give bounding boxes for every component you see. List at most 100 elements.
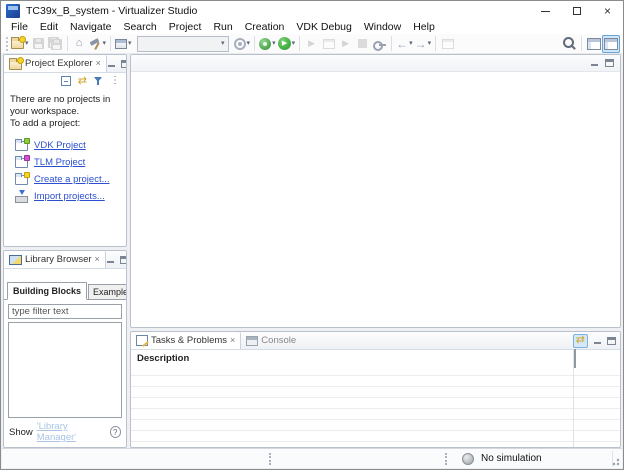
minimize-view-icon[interactable] (590, 59, 599, 67)
maximize-view-icon[interactable] (121, 60, 127, 68)
search-icon (563, 37, 576, 50)
help-icon[interactable]: ? (110, 426, 121, 438)
right-column: Tasks & Problems × Console ⇄ (130, 54, 621, 448)
menu-help[interactable]: Help (407, 21, 441, 34)
save-all-button[interactable] (47, 35, 64, 53)
link-with-editor-toggle[interactable]: ⇄ (573, 334, 588, 348)
menu-run[interactable]: Run (207, 21, 238, 34)
home-icon: ⌂ (76, 38, 83, 49)
filter-input[interactable] (8, 304, 122, 319)
library-manager-link[interactable]: 'Library Manager' (37, 421, 106, 443)
tab-project-explorer[interactable]: Project Explorer × (4, 55, 107, 72)
back-button[interactable]: ← ▾ (395, 35, 414, 53)
menu-navigate[interactable]: Navigate (64, 21, 117, 34)
tab-tasks-problems[interactable]: Tasks & Problems × (131, 332, 241, 349)
status-grip[interactable] (269, 453, 271, 465)
chevron-down-icon: ▾ (409, 40, 413, 47)
open-perspective-button[interactable] (585, 35, 602, 53)
app-icon (6, 4, 20, 18)
close-tab-icon[interactable]: × (96, 59, 101, 68)
save-button[interactable] (30, 35, 47, 53)
close-tab-icon[interactable]: × (95, 255, 100, 264)
table-header-row: Description (131, 350, 573, 365)
tab-examples[interactable]: Examples (88, 284, 127, 299)
new-wizard-button[interactable]: ▾ (10, 35, 30, 53)
project-explorer-tabbar: Project Explorer × (4, 55, 126, 73)
filter-icon[interactable] (94, 76, 103, 86)
stop-button[interactable] (354, 35, 371, 53)
run-button[interactable]: ▶ ▾ (277, 35, 297, 53)
toolbar-grip[interactable] (6, 37, 8, 51)
forward-button[interactable]: → ▾ (414, 35, 433, 53)
menu-project[interactable]: Project (163, 21, 208, 34)
step-over-button[interactable]: ▶ (303, 35, 320, 53)
create-project-link[interactable]: Create a project... (34, 174, 110, 186)
building-blocks-list[interactable] (8, 322, 122, 418)
minimize-window-button[interactable] (530, 1, 561, 21)
simulation-status-icon (462, 453, 474, 465)
forward-arrow-icon: → (415, 38, 427, 50)
view-controls: ⇄ (573, 332, 620, 349)
link-with-editor-icon[interactable]: ⇄ (78, 76, 87, 87)
run-icon: ▶ (278, 37, 291, 50)
minimize-view-icon[interactable] (106, 256, 115, 264)
import-projects-link[interactable]: Import projects... (34, 191, 105, 203)
maximize-view-icon[interactable] (605, 59, 614, 67)
toolbar-separator (254, 36, 255, 51)
menu-edit[interactable]: Edit (34, 21, 64, 34)
tasks-problems-view: Tasks & Problems × Console ⇄ (130, 331, 621, 448)
list-item: Create a project... (10, 172, 120, 189)
editor-area (130, 54, 621, 328)
minimize-icon (541, 11, 550, 12)
vdk-debug-button[interactable]: ▾ (258, 35, 277, 53)
search-button[interactable] (561, 35, 578, 53)
key-button[interactable] (371, 35, 388, 53)
checkbox-column-rows (574, 365, 620, 447)
maximize-window-button[interactable] (561, 1, 592, 21)
menu-file[interactable]: File (5, 21, 34, 34)
menu-search[interactable]: Search (117, 21, 162, 34)
target-button[interactable]: ▾ (233, 35, 252, 53)
bottom-tabbar: Tasks & Problems × Console ⇄ (131, 332, 620, 350)
tlm-project-link[interactable]: TLM Project (34, 157, 85, 169)
open-new-editor-button[interactable] (439, 35, 456, 53)
collapse-all-icon[interactable] (61, 76, 71, 86)
close-window-button[interactable]: × (592, 1, 623, 21)
main-area: Project Explorer × ⇄ ⋮ There are no proj… (3, 54, 621, 448)
tab-library-browser[interactable]: Library Browser × (4, 251, 106, 268)
step-return-button[interactable] (320, 35, 337, 53)
home-button[interactable]: ⌂ (71, 35, 88, 53)
list-item: Import projects... (10, 189, 120, 206)
launch-config-combo[interactable]: ▾ (137, 36, 229, 52)
close-tab-icon[interactable]: × (230, 336, 235, 345)
list-item: VDK Project (10, 138, 120, 155)
editor-area-header (131, 55, 620, 72)
tab-console[interactable]: Console (241, 332, 301, 349)
status-grip[interactable] (445, 453, 447, 465)
vdk-project-link[interactable]: VDK Project (34, 140, 86, 152)
build-button[interactable]: ▾ (88, 35, 108, 53)
view-controls (106, 251, 127, 268)
table-rows[interactable] (131, 365, 573, 447)
new-wizard-icon (11, 39, 24, 49)
description-column-header[interactable]: Description (137, 353, 189, 364)
minimize-view-icon[interactable] (593, 337, 602, 345)
maximize-view-icon[interactable] (120, 256, 127, 264)
creation-perspective-button[interactable] (602, 35, 620, 53)
minimize-view-icon[interactable] (107, 60, 116, 68)
view-menu-icon[interactable]: ⋮ (110, 76, 120, 86)
menu-vdk-debug[interactable]: VDK Debug (290, 21, 357, 34)
step-into-button[interactable]: ▶ (337, 35, 354, 53)
tasks-problems-icon (136, 335, 148, 346)
view-controls (107, 55, 127, 72)
project-explorer-toolbar: ⇄ ⋮ (4, 73, 126, 89)
tlm-project-icon (15, 158, 28, 168)
menu-window[interactable]: Window (358, 21, 407, 34)
library-browser-tabbar: Library Browser × (4, 251, 126, 269)
menu-creation[interactable]: Creation (239, 21, 291, 34)
resize-grip[interactable] (610, 456, 620, 466)
maximize-view-icon[interactable] (607, 337, 616, 345)
new-view-button[interactable]: ▾ (114, 35, 133, 53)
tab-building-blocks[interactable]: Building Blocks (7, 282, 87, 300)
key-icon (373, 38, 386, 50)
